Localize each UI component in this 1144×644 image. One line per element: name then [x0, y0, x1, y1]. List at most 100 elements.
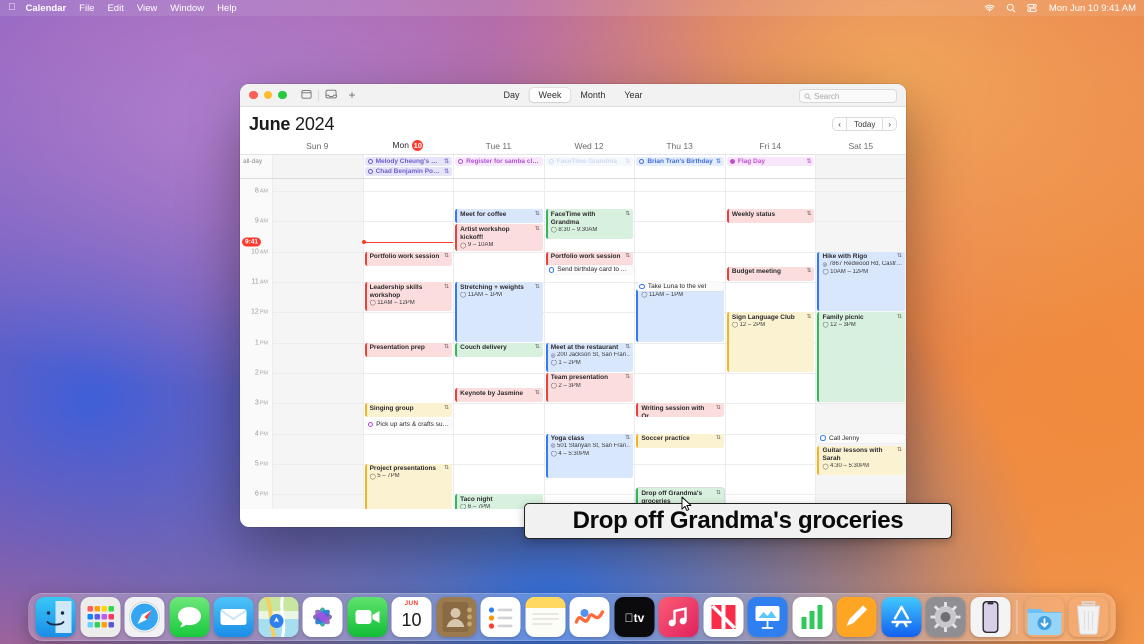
calendar-event[interactable]: Sign Language Club ⇅ ◯ 12 – 2PM: [726, 312, 815, 372]
minimize-button[interactable]: [263, 90, 272, 100]
view-mode-year[interactable]: Year: [615, 88, 651, 102]
day-column-sun[interactable]: [272, 179, 363, 509]
day-header-sat[interactable]: Sat 15: [815, 141, 906, 151]
dock-item-pages[interactable]: [836, 597, 877, 637]
calendar-event[interactable]: Weekly status ⇅: [726, 209, 815, 224]
checkbox-icon[interactable]: [367, 421, 374, 428]
menu-item-help[interactable]: Help: [217, 3, 237, 14]
dock-item-safari[interactable]: [124, 597, 165, 637]
menu-item-edit[interactable]: Edit: [107, 3, 123, 14]
dock-item-mail[interactable]: [213, 597, 254, 637]
add-event-button[interactable]: +: [349, 89, 356, 101]
day-header-sun[interactable]: Sun 9: [272, 141, 363, 151]
checkbox-icon[interactable]: [820, 435, 826, 441]
calendar-event[interactable]: FaceTime with Grandma ⇅ ◯ 8:30 – 9:30AM: [545, 209, 634, 239]
apple-logo-icon[interactable]: : [8, 3, 16, 13]
menu-item-calendar[interactable]: Calendar: [26, 3, 67, 14]
all-day-cell-mon[interactable]: Melody Cheung's Birt…⇅Chad Benjamin Pott…: [362, 155, 454, 178]
day-header-wed[interactable]: Wed 12: [544, 141, 635, 151]
previous-week-button[interactable]: ‹: [833, 118, 846, 130]
calendar-event[interactable]: Yoga class ⇅ ◎ 501 Stanyan St, San Fran… ◯ 4 …: [545, 433, 634, 478]
all-day-cell-sun[interactable]: [272, 155, 363, 178]
all-day-event[interactable]: Brian Tran's Birthday ⇅: [636, 157, 724, 166]
dock-item-music[interactable]: [658, 597, 699, 637]
search-input[interactable]: Search: [799, 89, 897, 103]
all-day-cell-sat[interactable]: [815, 155, 906, 178]
day-column-fri[interactable]: Weekly status ⇅ Budget meeting ⇅ Sign Langua…: [724, 179, 816, 509]
next-week-button[interactable]: ›: [882, 118, 896, 130]
dock[interactable]: JUN10 tv: [28, 593, 1116, 641]
day-column-sat[interactable]: Hike with Rigo ⇅ ◎ 7867 Redwood Rd, Castr… ◯…: [815, 179, 906, 509]
checkbox-icon[interactable]: [548, 267, 555, 273]
dock-item-facetime[interactable]: [347, 597, 387, 637]
dock-item-contacts[interactable]: [436, 597, 476, 637]
dock-item-reminders[interactable]: [480, 597, 521, 637]
calendar-event[interactable]: Portfolio work session ⇅: [545, 251, 634, 266]
calendar-sidebar-icon[interactable]: [300, 86, 312, 104]
calendar-event[interactable]: Family picnic ⇅ ◯ 12 – 3PM: [817, 312, 906, 403]
reminder-item[interactable]: Take Luna to the vet: [636, 282, 724, 292]
reminder-item[interactable]: Pick up arts & crafts sup…: [364, 419, 453, 429]
calendar-event[interactable]: Project presentations ⇅ ◯ 5 – 7PM: [364, 463, 453, 509]
dock-item-news[interactable]: [703, 597, 743, 637]
reminder-item[interactable]: Call Jenny: [817, 433, 906, 443]
calendar-event[interactable]: Singing group ⇅: [364, 403, 453, 418]
dock-item-trash[interactable]: [1069, 597, 1109, 637]
all-day-cell-tue[interactable]: Register for samba class: [453, 155, 544, 178]
calendar-event[interactable]: Meet at the restaurant ⇅ ◎ 200 Jackson St, …: [545, 342, 634, 372]
day-column-wed[interactable]: FaceTime with Grandma ⇅ ◯ 8:30 – 9:30AM Port…: [543, 179, 635, 509]
dock-item-messages[interactable]: [169, 597, 209, 637]
dock-item-appletv[interactable]: tv: [614, 597, 654, 637]
dock-item-numbers[interactable]: [792, 597, 832, 637]
view-mode-week[interactable]: Week: [529, 88, 571, 102]
inbox-icon[interactable]: [325, 86, 337, 104]
view-mode-month[interactable]: Month: [571, 88, 614, 102]
day-column-thu[interactable]: Stretching + weights⇅◯11AM – 1PMWriting …: [634, 179, 725, 509]
calendar-event[interactable]: Soccer practice ⇅: [636, 433, 724, 448]
menubar-clock[interactable]: Mon Jun 10 9:41 AM: [1049, 3, 1136, 14]
all-day-event[interactable]: Flag Day ⇅: [726, 157, 815, 166]
calendar-event[interactable]: Keynote by Jasmine ⇅: [455, 388, 543, 403]
calendar-event[interactable]: Artist workshop kickoff! ⇅ ◯ 9 – 10AM: [455, 224, 543, 251]
calendar-grid[interactable]: 8AM 9AM 10AM 11AM 12PM 1PM 2PM 3PM 4PM 5PM 6PM 9:41…: [240, 179, 906, 509]
all-day-cell-wed[interactable]: FaceTime Grandma ⇅: [543, 155, 635, 178]
day-header-tue[interactable]: Tue 11: [453, 141, 544, 151]
all-day-event[interactable]: Chad Benjamin Potter…⇅: [364, 167, 453, 176]
day-column-mon[interactable]: Portfolio work session ⇅ Leadership skills…: [361, 179, 454, 509]
calendar-event[interactable]: Portfolio work session ⇅: [364, 251, 453, 266]
close-button[interactable]: [249, 90, 258, 100]
calendar-event[interactable]: Stretching + weights ⇅ ◯11AM – 1PM: [455, 282, 543, 342]
calendar-event[interactable]: Team presentation ⇅ ◯ 2 – 3PM: [545, 372, 634, 403]
all-day-event[interactable]: Register for samba class: [455, 157, 543, 166]
dock-item-settings[interactable]: [925, 597, 966, 637]
menu-item-file[interactable]: File: [79, 3, 94, 14]
all-day-cell-fri[interactable]: Flag Day ⇅: [724, 155, 816, 178]
control-center-icon[interactable]: [1027, 3, 1037, 13]
dock-item-appstore[interactable]: [881, 597, 921, 637]
view-mode-day[interactable]: Day: [494, 88, 528, 102]
today-button[interactable]: Today: [845, 118, 882, 130]
all-day-event[interactable]: FaceTime Grandma ⇅: [545, 157, 634, 166]
day-columns[interactable]: Portfolio work session ⇅ Leadership skills…: [272, 179, 906, 509]
dock-item-maps[interactable]: [258, 597, 298, 637]
calendar-event[interactable]: Budget meeting ⇅: [726, 266, 815, 281]
all-day-cell-thu[interactable]: Brian Tran's Birthday ⇅: [634, 155, 725, 178]
dock-item-freeform[interactable]: [569, 597, 610, 637]
dock-item-calendar[interactable]: JUN 10: [391, 597, 432, 637]
wifi-icon[interactable]: [984, 4, 995, 13]
day-header-mon[interactable]: Mon 10: [363, 140, 454, 151]
menu-item-window[interactable]: Window: [170, 3, 204, 14]
day-header-thu[interactable]: Thu 13: [634, 141, 725, 151]
calendar-event[interactable]: Meet for coffee ⇅: [455, 209, 543, 224]
dock-item-photos[interactable]: [302, 597, 343, 637]
dock-item-iphone-mirroring[interactable]: [970, 597, 1010, 637]
dock-item-downloads[interactable]: [1024, 597, 1064, 637]
dock-item-launchpad[interactable]: [80, 597, 120, 637]
reminder-item[interactable]: Send birthday card to A…: [545, 265, 634, 275]
maximize-button[interactable]: [278, 90, 287, 100]
dock-item-notes[interactable]: [525, 597, 565, 637]
calendar-event[interactable]: Leadership skills workshop ⇅ ◯ 11AM – 12PM: [364, 282, 453, 312]
day-header-fri[interactable]: Fri 14: [725, 141, 816, 151]
menu-item-view[interactable]: View: [137, 3, 157, 14]
calendar-event[interactable]: Writing session with Or… ⇅: [636, 403, 724, 418]
